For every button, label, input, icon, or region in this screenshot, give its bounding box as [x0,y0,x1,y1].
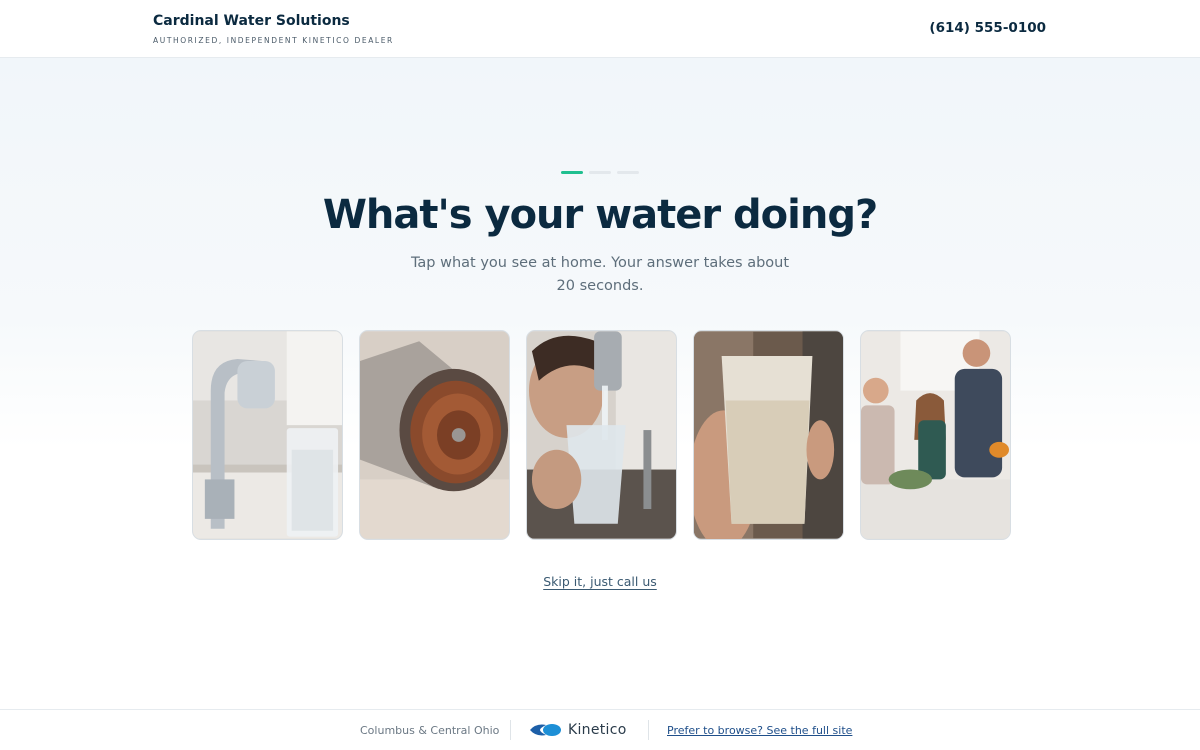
skip-container: Skip it, just call us [0,571,1200,590]
progress-step-3 [617,171,639,174]
hero-section: What's your water doing? Tap what you se… [0,58,1200,709]
page-subtitle: Tap what you see at home. Your answer ta… [410,255,790,294]
phone-link[interactable]: (614) 555-0100 [929,20,1046,36]
option-card-rust-stains[interactable] [359,330,510,540]
brand-tagline: AUTHORIZED, INDEPENDENT KINETICO DEALER [153,36,394,45]
progress-step-2 [589,171,611,174]
progress-step-1 [561,171,583,174]
page-title: What's your water doing? [322,192,878,238]
answer-options [192,330,1011,540]
rusty-aerator-image [360,331,509,539]
cloudy-glass-image [694,331,843,539]
faucet-glass-image [193,331,342,539]
site-header: Cardinal Water Solutions AUTHORIZED, IND… [0,0,1200,58]
kinetico-mark-icon [530,724,561,736]
brand-name: Cardinal Water Solutions [153,13,350,29]
skip-call-link[interactable]: Skip it, just call us [543,574,657,589]
kinetico-logo: Kinetico [528,722,627,738]
kinetico-wordmark: Kinetico [568,722,627,738]
option-card-family-home[interactable] [860,330,1011,540]
full-site-link[interactable]: Prefer to browse? See the full site [667,724,852,737]
option-card-taste-odor[interactable] [526,330,677,540]
footer-divider [510,720,511,740]
woman-glass-image [527,331,676,539]
progress-indicator [561,171,639,174]
site-footer: Columbus & Central Ohio Kinetico Prefer … [0,709,1200,750]
footer-divider [648,720,649,740]
option-card-cloudy-water[interactable] [192,330,343,540]
option-card-cloudy-glass[interactable] [693,330,844,540]
family-kitchen-image [861,331,1010,539]
service-region: Columbus & Central Ohio [360,724,500,737]
brand[interactable]: Cardinal Water Solutions AUTHORIZED, IND… [153,13,394,45]
